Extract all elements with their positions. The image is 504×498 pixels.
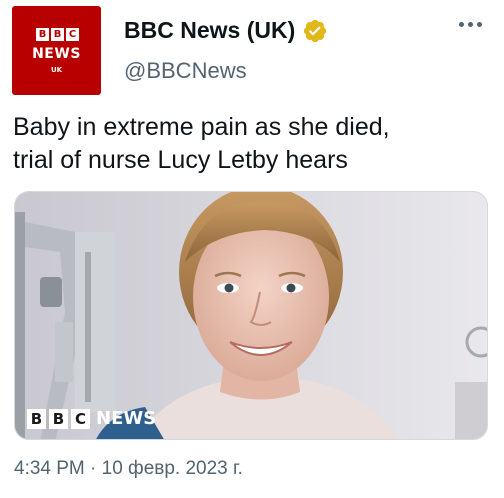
logo-letter: B — [49, 408, 68, 429]
tweet-timestamp[interactable]: 4:34 PM · 10 февр. 2023 г. — [14, 458, 243, 480]
bbc-news-watermark: B B C NEWS — [27, 408, 156, 429]
photo-illustration — [15, 192, 487, 439]
more-dot — [468, 22, 473, 27]
avatar-region: UK — [50, 66, 63, 74]
avatar-letter: B — [36, 28, 49, 41]
tweet-photo[interactable] — [14, 191, 488, 440]
verified-badge-icon — [304, 19, 327, 42]
more-dot — [477, 22, 482, 27]
tweet-text-line: trial of nurse Lucy Letby hears — [13, 146, 348, 174]
avatar-wordmark: NEWS — [32, 46, 81, 62]
avatar-letter: C — [66, 28, 79, 41]
avatar[interactable]: B B C NEWS UK — [12, 6, 101, 95]
avatar-bbc-blocks: B B C — [36, 28, 79, 41]
logo-letter: C — [71, 408, 90, 429]
tweet-text: Baby in extreme pain as she died, trial … — [13, 111, 498, 177]
logo-letter: B — [27, 408, 46, 429]
more-options-icon[interactable] — [459, 22, 482, 27]
more-dot — [459, 22, 464, 27]
handle[interactable]: @BBCNews — [124, 58, 247, 84]
author-name-row[interactable]: BBC News (UK) — [124, 17, 328, 44]
avatar-letter: B — [51, 28, 64, 41]
logo-word: NEWS — [96, 408, 157, 429]
display-name[interactable]: BBC News (UK) — [124, 17, 295, 44]
tweet-text-line: Baby in extreme pain as she died, — [13, 113, 390, 141]
